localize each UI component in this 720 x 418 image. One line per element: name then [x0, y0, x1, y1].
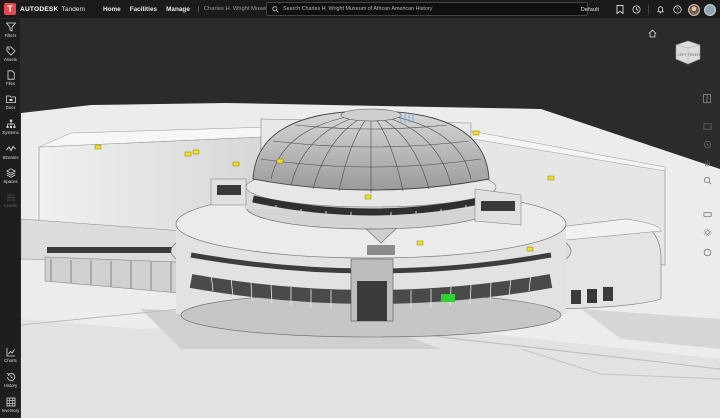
panel-toggle-icon[interactable] — [699, 91, 715, 105]
explode-icon[interactable] — [699, 245, 715, 259]
history-icon — [6, 373, 15, 381]
search-box[interactable] — [266, 2, 588, 16]
sidebar-item-filters[interactable]: Filters — [0, 22, 21, 38]
section-box-icon[interactable] — [699, 119, 715, 133]
sidebar-item-systems[interactable]: Systems — [0, 119, 21, 135]
viewcube-face-left[interactable]: LEFT — [678, 53, 688, 57]
measure-icon[interactable] — [699, 207, 715, 221]
left-sidebar: Filters Assets Files Docs Systems Stream… — [0, 19, 21, 418]
sidebar-item-spaces[interactable]: Spaces — [0, 168, 21, 184]
sidebar-label-charts: Charts — [4, 358, 17, 363]
search-icon — [272, 5, 279, 13]
sidebar-item-charts[interactable]: Charts — [0, 347, 21, 363]
bookmark-icon[interactable] — [614, 4, 626, 16]
sidebar-item-levels[interactable]: Levels — [0, 192, 21, 208]
sidebar-label-levels: Levels — [4, 203, 17, 208]
top-bar: T AUTODESK Tandem Home Facilities Manage… — [0, 0, 720, 19]
sidebar-item-inventory[interactable]: Inventory — [0, 397, 21, 413]
tandem-logo-icon: T — [4, 3, 16, 15]
sidebar-label-history: History — [3, 383, 18, 388]
sidebar-item-docs[interactable]: Docs — [0, 94, 21, 110]
sidebar-label-systems: Systems — [2, 130, 19, 135]
sidebar-item-assets[interactable]: Assets — [0, 46, 21, 62]
building-model[interactable] — [21, 19, 720, 418]
sidebar-label-assets: Assets — [4, 57, 17, 62]
grid-icon — [6, 397, 15, 407]
filter-funnel-icon — [5, 22, 16, 32]
sidebar-label-docs: Docs — [5, 105, 16, 110]
nav-facilities[interactable]: Facilities — [130, 6, 157, 13]
pan-hand-icon[interactable] — [699, 155, 715, 169]
sidebar-label-streams: Streams — [2, 155, 19, 160]
brand[interactable]: T AUTODESK Tandem — [0, 0, 85, 19]
sidebar-label-filters: Filters — [4, 33, 17, 38]
chart-icon — [6, 348, 15, 357]
systems-tree-icon — [6, 119, 15, 128]
search-input[interactable] — [283, 6, 573, 12]
nav-manage[interactable]: Manage — [166, 6, 190, 13]
view-selector[interactable]: Default — [581, 7, 599, 13]
help-icon[interactable]: ? — [672, 4, 684, 16]
main-nav: Home Facilities Manage — [103, 6, 190, 13]
account-avatar[interactable] — [704, 3, 716, 16]
model-viewer[interactable]: LEFT FRONT — [21, 19, 720, 418]
levels-icon — [6, 194, 15, 201]
sidebar-label-spaces: Spaces — [3, 179, 18, 184]
history-clock-icon[interactable] — [631, 4, 643, 16]
nav-home[interactable]: Home — [103, 6, 121, 13]
user-avatar[interactable] — [688, 3, 700, 16]
brand-name: AUTODESK — [20, 5, 59, 13]
zoom-icon[interactable] — [699, 173, 715, 187]
cube-layers-icon — [5, 168, 16, 178]
sidebar-item-history[interactable]: History — [0, 372, 21, 388]
top-right-controls: Default ? — [581, 0, 720, 19]
viewcube[interactable]: LEFT FRONT — [673, 37, 703, 72]
file-icon — [7, 70, 15, 80]
orbit-icon[interactable] — [699, 137, 715, 151]
settings-gear-icon[interactable] — [699, 225, 715, 239]
sidebar-label-inventory: Inventory — [1, 408, 20, 413]
product-name: Tandem — [61, 5, 85, 13]
sidebar-item-files[interactable]: Files — [0, 70, 21, 86]
sidebar-label-files: Files — [5, 81, 16, 86]
home-view-icon[interactable] — [648, 25, 657, 43]
sidebar-item-streams[interactable]: Streams — [0, 144, 21, 160]
notifications-bell-icon[interactable] — [655, 4, 667, 16]
tag-icon — [6, 46, 16, 56]
viewcube-face-front[interactable]: FRONT — [688, 53, 701, 57]
folder-icon — [5, 95, 16, 103]
stream-wave-icon — [5, 145, 16, 152]
svg-text:?: ? — [676, 7, 679, 13]
